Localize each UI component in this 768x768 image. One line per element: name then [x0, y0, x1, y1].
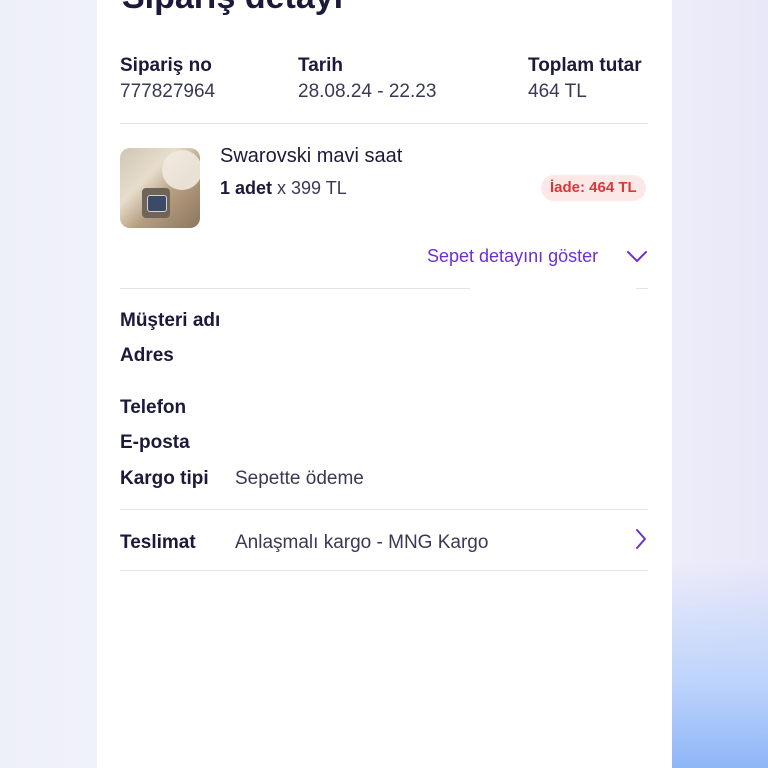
- page-title: Sipariş detayı: [122, 0, 343, 17]
- phone-label: Telefon: [120, 397, 187, 418]
- product-quantity-line: 1 adet x 399 TL: [220, 178, 347, 199]
- divider: [120, 509, 648, 510]
- date-value: 28.08.24 - 22.23: [298, 81, 437, 102]
- order-no-value: 777827964: [120, 81, 216, 102]
- address-label: Adres: [120, 345, 174, 366]
- date-label: Tarih: [298, 55, 344, 76]
- chevron-down-icon[interactable]: [626, 250, 648, 264]
- delivery-label[interactable]: Teslimat: [120, 532, 196, 554]
- watch-face-shape: [147, 195, 167, 212]
- chevron-right-icon[interactable]: [634, 528, 648, 550]
- product-quantity: 1 adet: [220, 178, 273, 198]
- divider: [120, 288, 470, 289]
- shipping-type-label: Kargo tipi: [120, 468, 209, 489]
- divider: [636, 288, 648, 289]
- shipping-type-value: Sepette ödeme: [235, 468, 364, 489]
- divider: [120, 570, 648, 571]
- divider: [120, 123, 648, 124]
- delivery-value[interactable]: Anlaşmalı kargo - MNG Kargo: [235, 532, 488, 554]
- refund-badge: İade: 464 TL: [541, 175, 646, 201]
- total-label: Toplam tutar: [528, 55, 642, 76]
- order-detail-card: [97, 0, 672, 768]
- background-glow: [672, 560, 768, 768]
- product-thumbnail[interactable]: [120, 148, 200, 228]
- customer-name-label: Müşteri adı: [120, 310, 221, 331]
- product-unit-price: x 399 TL: [272, 178, 347, 198]
- thumbnail-cloth-shape: [162, 150, 200, 190]
- product-name[interactable]: Swarovski mavi saat: [220, 145, 402, 168]
- order-no-label: Sipariş no: [120, 55, 212, 76]
- show-cart-detail-link[interactable]: Sepet detayını göster: [427, 246, 598, 267]
- email-label: E-posta: [120, 432, 190, 453]
- total-value: 464 TL: [528, 81, 587, 102]
